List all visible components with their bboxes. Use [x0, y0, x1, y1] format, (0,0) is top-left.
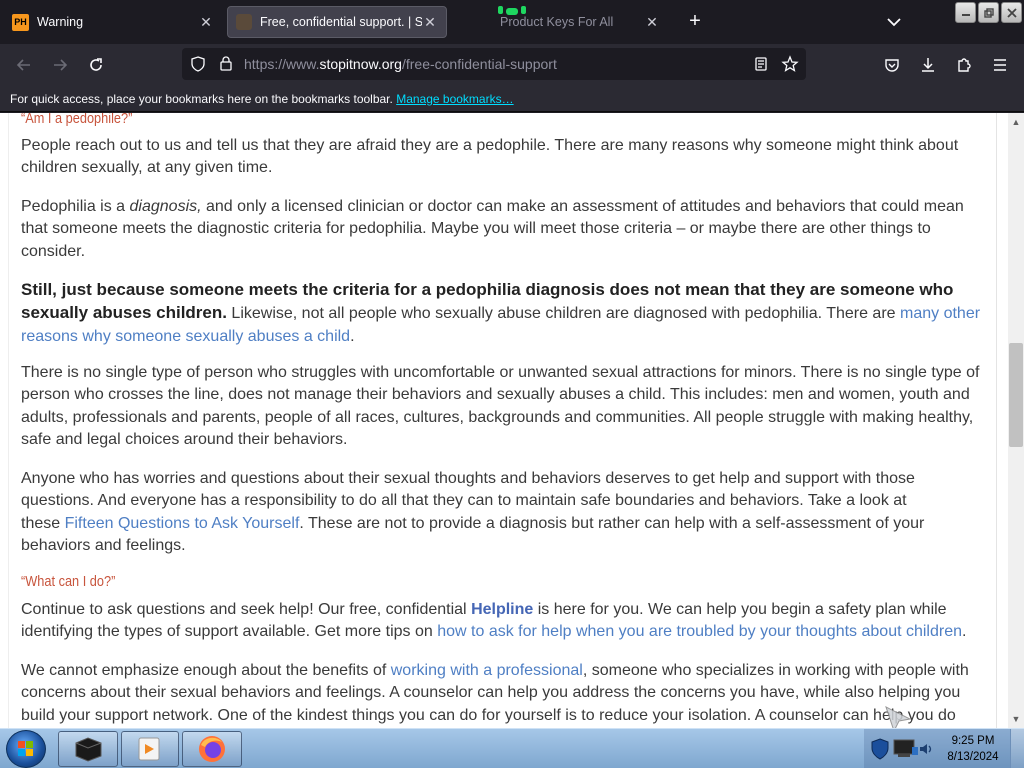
media-player-icon: [138, 737, 160, 761]
network-monitor-icon[interactable]: [892, 737, 920, 761]
site-favicon-icon: [236, 14, 252, 30]
tab-title: Warning: [37, 15, 84, 29]
forward-button[interactable]: [49, 54, 71, 76]
window-controls: [955, 2, 1022, 23]
fifteen-questions-link[interactable]: Fifteen Questions to Ask Yourself: [65, 515, 300, 532]
menu-button[interactable]: [989, 54, 1011, 76]
green-indicator-icon: [498, 6, 526, 15]
taskbar-app-media-player[interactable]: [121, 731, 179, 767]
page-scrollbar[interactable]: ▲ ▼: [1008, 113, 1024, 728]
list-all-tabs-icon[interactable]: [884, 12, 904, 32]
taskbar-app-terminal[interactable]: [58, 731, 118, 767]
back-button[interactable]: [13, 54, 35, 76]
tab-product-keys[interactable]: Product Keys For All ✕: [452, 6, 668, 38]
clock-date: 8/13/2024: [947, 751, 999, 763]
navigation-toolbar: https://www.stopitnow.org/free-confident…: [0, 44, 1024, 84]
url-path: /free-confidential-support: [401, 56, 557, 72]
reload-icon: [90, 58, 102, 71]
security-shield-icon[interactable]: [870, 738, 890, 760]
helpline-link[interactable]: Helpline: [471, 601, 533, 618]
pocket-icon: [885, 59, 899, 72]
reader-view-icon[interactable]: [753, 56, 769, 72]
new-tab-button[interactable]: +: [683, 10, 707, 34]
tab-strip: PH Warning ✕ Free, confidential support.…: [0, 0, 1024, 44]
restore-icon[interactable]: [978, 2, 999, 23]
close-tab-icon[interactable]: ✕: [644, 14, 660, 31]
download-icon: [922, 58, 934, 72]
hamburger-menu-icon: [994, 59, 1006, 71]
scroll-down-icon[interactable]: ▼: [1008, 712, 1024, 726]
lock-icon[interactable]: [218, 55, 234, 71]
shield-icon[interactable]: [190, 56, 206, 72]
downloads-button[interactable]: [917, 54, 939, 76]
url-text[interactable]: https://www.stopitnow.org/free-confident…: [244, 56, 557, 72]
taskbar: 9:25 PM 8/13/2024: [0, 728, 1024, 768]
pocket-button[interactable]: [881, 54, 903, 76]
windows-logo-icon: [18, 741, 33, 756]
paragraph: There is no single type of person who st…: [21, 364, 980, 448]
paragraph: Still, just because someone meets the cr…: [21, 279, 989, 348]
tab-title: Free, confidential support. | Stop It No…: [260, 15, 422, 29]
paragraph: People reach out to us and tell us that …: [21, 137, 959, 177]
emphasis-text: diagnosis,: [129, 198, 202, 215]
close-tab-icon[interactable]: ✕: [422, 14, 438, 31]
ph-favicon-icon: PH: [12, 13, 29, 31]
article-content: “Am I a pedophile?” People reach out to …: [0, 113, 1008, 728]
paragraph: Anyone who has worries and questions abo…: [21, 468, 931, 557]
close-tab-icon[interactable]: ✕: [198, 14, 214, 31]
extensions-button[interactable]: [953, 54, 975, 76]
text-run: Likewise, not all people who sexually ab…: [226, 305, 900, 323]
scroll-up-icon[interactable]: ▲: [1008, 115, 1024, 129]
taskbar-app-firefox[interactable]: [182, 731, 242, 767]
scrollbar-thumb[interactable]: [1009, 343, 1023, 447]
section-heading: “What can I do?”: [21, 574, 116, 590]
back-arrow-icon: [16, 59, 30, 71]
text-run: .: [350, 327, 355, 345]
system-clock[interactable]: 9:25 PM 8/13/2024: [940, 733, 1006, 765]
tab-title: Product Keys For All: [500, 15, 614, 29]
firefox-icon: [199, 736, 225, 762]
bookmark-star-icon[interactable]: [781, 55, 799, 73]
url-scheme: https://www.: [244, 56, 320, 72]
paragraph: Continue to ask questions and seek help!…: [21, 599, 981, 644]
clock-time: 9:25 PM: [951, 735, 995, 747]
section-heading: “Am I a pedophile?”: [21, 113, 133, 127]
puzzle-icon: [958, 58, 971, 72]
tab-warning[interactable]: PH Warning ✕: [4, 6, 222, 38]
forward-arrow-icon: [54, 59, 68, 71]
show-desktop-button[interactable]: [1010, 729, 1024, 768]
mouse-cursor-icon: [885, 706, 912, 728]
close-window-icon[interactable]: [1001, 2, 1022, 23]
start-button[interactable]: [6, 730, 46, 768]
text-run: Pedophilia is a: [21, 198, 130, 215]
text-run: We cannot emphasize enough about the ben…: [21, 662, 391, 679]
professional-link[interactable]: working with a professional: [391, 662, 583, 679]
url-domain: stopitnow.org: [319, 56, 402, 72]
minimize-icon[interactable]: [955, 2, 976, 23]
url-bar[interactable]: https://www.stopitnow.org/free-confident…: [182, 48, 806, 80]
paragraph: Pedophilia is a diagnosis, and only a li…: [21, 196, 989, 263]
reload-button[interactable]: [85, 54, 107, 76]
manage-bookmarks-link[interactable]: Manage bookmarks…: [396, 92, 513, 106]
paragraph: We cannot emphasize enough about the ben…: [21, 660, 981, 727]
how-to-ask-link[interactable]: how to ask for help when you are trouble…: [437, 623, 962, 640]
tab-stopitnow[interactable]: Free, confidential support. | Stop It No…: [227, 6, 447, 38]
bookmarks-message: For quick access, place your bookmarks h…: [10, 92, 393, 106]
text-run: Continue to ask questions and seek help!…: [21, 601, 472, 618]
page-viewport: “Am I a pedophile?” People reach out to …: [0, 113, 1024, 728]
bookmarks-toolbar: For quick access, place your bookmarks h…: [0, 84, 1024, 112]
volume-icon[interactable]: [918, 741, 934, 757]
terminal-box-icon: [75, 737, 102, 762]
text-run: .: [962, 623, 967, 641]
